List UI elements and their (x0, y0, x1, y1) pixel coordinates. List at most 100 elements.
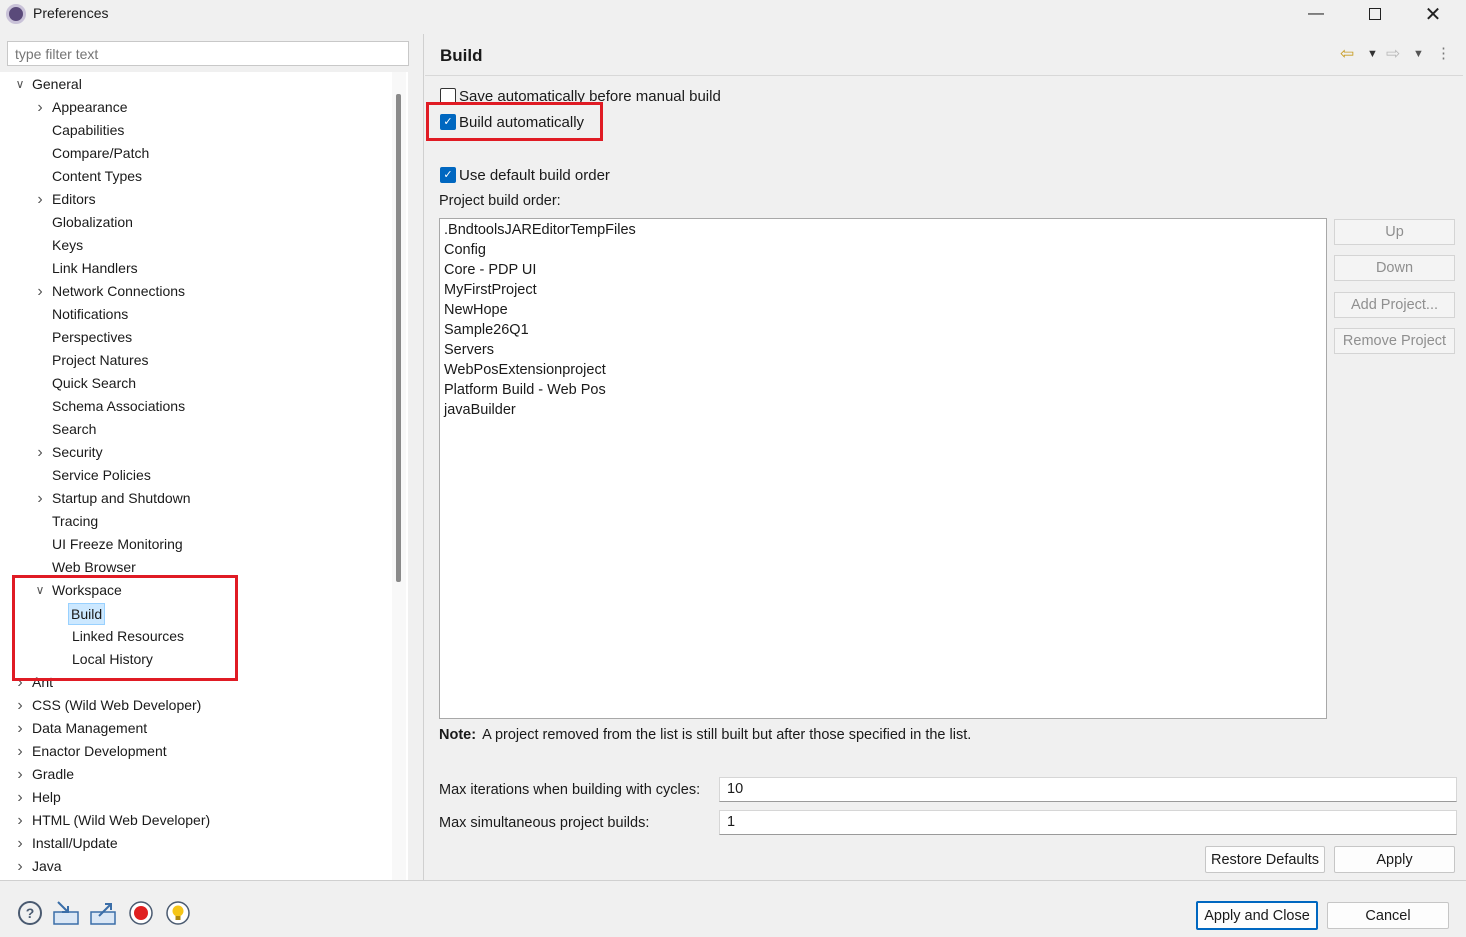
tree-item-project-natures[interactable]: Project Natures (0, 349, 390, 372)
tree-item-appearance[interactable]: › Appearance (0, 96, 390, 119)
workspace-highlight-box (12, 575, 238, 681)
lightbulb-icon[interactable] (164, 899, 192, 927)
add-project-button[interactable]: Add Project... (1334, 292, 1455, 318)
max-iterations-label: Max iterations when building with cycles… (439, 782, 701, 798)
chevron-right-icon[interactable]: › (13, 717, 27, 740)
chevron-right-icon[interactable]: › (33, 188, 47, 211)
apply-and-close-button[interactable]: Apply and Close (1196, 901, 1318, 930)
tree-item-data-management[interactable]: › Data Management (0, 717, 390, 740)
tree-item-label: Capabilities (52, 122, 125, 138)
tree-item-enactor-development[interactable]: › Enactor Development (0, 740, 390, 763)
chevron-right-icon[interactable]: › (13, 740, 27, 763)
project-build-order-list[interactable]: .BndtoolsJAREditorTempFiles Config Core - … (439, 218, 1327, 719)
max-iterations-input[interactable]: 10 (719, 777, 1457, 802)
tree-item-help[interactable]: › Help (0, 786, 390, 809)
list-item[interactable]: Config (444, 240, 486, 260)
tree-item-label: Tracing (52, 513, 99, 529)
close-icon[interactable]: ✕ (1404, 0, 1462, 28)
chevron-right-icon[interactable]: › (33, 487, 47, 510)
tree-item-globalization[interactable]: Globalization (0, 211, 390, 234)
tree-item-network-connections[interactable]: › Network Connections (0, 280, 390, 303)
tree-item-label: Globalization (52, 214, 133, 230)
tree-item-keys[interactable]: Keys (0, 234, 390, 257)
tree-item-label: Quick Search (52, 375, 137, 391)
down-button[interactable]: Down (1334, 255, 1455, 281)
chevron-right-icon[interactable]: › (13, 832, 27, 855)
title-bar (0, 0, 1466, 30)
project-build-order-label: Project build order: (439, 193, 561, 209)
tree-item-label: Network Connections (52, 283, 186, 299)
tree-item-label: Keys (52, 237, 84, 253)
tree-item-capabilities[interactable]: Capabilities (0, 119, 390, 142)
tree-item-label: Data Management (32, 720, 148, 736)
apply-button[interactable]: Apply (1334, 846, 1455, 873)
tree-item-service-policies[interactable]: Service Policies (0, 464, 390, 487)
tree-item-label: Help (32, 789, 61, 805)
chevron-right-icon[interactable]: › (13, 809, 27, 832)
tree-item-perspectives[interactable]: Perspectives (0, 326, 390, 349)
list-item[interactable]: NewHope (444, 300, 508, 320)
tree-scrollbar-thumb[interactable] (396, 94, 401, 582)
tree-item-gradle[interactable]: › Gradle (0, 763, 390, 786)
chevron-down-icon[interactable]: ∨ (13, 73, 27, 96)
tree-item-java[interactable]: › Java (0, 855, 390, 878)
tree-item-editors[interactable]: › Editors (0, 188, 390, 211)
list-item[interactable]: MyFirstProject (444, 280, 537, 300)
chevron-right-icon[interactable]: › (13, 855, 27, 878)
cancel-button[interactable]: Cancel (1327, 902, 1449, 929)
tree-item-search[interactable]: Search (0, 418, 390, 441)
tree-item-tracing[interactable]: Tracing (0, 510, 390, 533)
tree-item-content-types[interactable]: Content Types (0, 165, 390, 188)
import-icon[interactable] (52, 899, 80, 927)
minimize-icon[interactable]: — (1287, 0, 1345, 28)
chevron-right-icon[interactable]: › (33, 280, 47, 303)
export-icon[interactable] (89, 899, 117, 927)
list-item[interactable]: Platform Build - Web Pos (444, 380, 606, 400)
record-icon[interactable] (127, 899, 155, 927)
restore-defaults-button[interactable]: Restore Defaults (1205, 846, 1325, 873)
chevron-right-icon[interactable]: › (33, 441, 47, 464)
list-item[interactable]: .BndtoolsJAREditorTempFiles (444, 220, 636, 240)
max-simultaneous-label: Max simultaneous project builds: (439, 815, 650, 831)
tree-item-install-update[interactable]: › Install/Update (0, 832, 390, 855)
forward-dropdown-icon[interactable]: ▼ (1413, 48, 1424, 60)
max-simultaneous-input[interactable]: 1 (719, 810, 1457, 835)
list-item[interactable]: Sample26Q1 (444, 320, 529, 340)
tree-item-label: HTML (Wild Web Developer) (32, 812, 211, 828)
list-item[interactable]: javaBuilder (444, 400, 516, 420)
tree-item-css-wild-web-developer[interactable]: › CSS (Wild Web Developer) (0, 694, 390, 717)
tree-item-notifications[interactable]: Notifications (0, 303, 390, 326)
filter-input[interactable] (7, 41, 409, 66)
chevron-right-icon[interactable]: › (13, 694, 27, 717)
tree-item-ui-freeze-monitoring[interactable]: UI Freeze Monitoring (0, 533, 390, 556)
tree-item-compare-patch[interactable]: Compare/Patch (0, 142, 390, 165)
tree-item-security[interactable]: › Security (0, 441, 390, 464)
remove-project-button[interactable]: Remove Project (1334, 328, 1455, 354)
list-item[interactable]: WebPosExtensionproject (444, 360, 606, 380)
use-default-build-order-checkbox[interactable]: ✓ (440, 167, 456, 183)
tree-item-label: Appearance (52, 99, 128, 115)
chevron-right-icon[interactable]: › (13, 786, 27, 809)
maximize-icon[interactable] (1346, 0, 1404, 28)
chevron-right-icon[interactable]: › (13, 763, 27, 786)
tree-item-quick-search[interactable]: Quick Search (0, 372, 390, 395)
back-arrow-icon[interactable]: ⇦ (1340, 44, 1354, 64)
chevron-right-icon[interactable]: › (33, 96, 47, 119)
vertical-dots-icon[interactable]: ⋮ (1436, 44, 1451, 62)
help-icon[interactable]: ? (16, 899, 44, 927)
tree-item-general[interactable]: ∨ General (0, 73, 390, 96)
up-button[interactable]: Up (1334, 219, 1455, 245)
tree-item-html-wild-web-developer[interactable]: › HTML (Wild Web Developer) (0, 809, 390, 832)
tree-item-schema-associations[interactable]: Schema Associations (0, 395, 390, 418)
note-text: Note: A project removed from the list is … (439, 727, 971, 743)
list-item[interactable]: Core - PDP UI (444, 260, 536, 280)
tree-item-label: Compare/Patch (52, 145, 150, 161)
tree-item-label: UI Freeze Monitoring (52, 536, 183, 552)
back-dropdown-icon[interactable]: ▼ (1367, 48, 1378, 60)
tree-item-startup-and-shutdown[interactable]: › Startup and Shutdown (0, 487, 390, 510)
forward-arrow-icon[interactable]: ⇨ (1386, 44, 1400, 64)
tree-item-label: Editors (52, 191, 96, 207)
list-item[interactable]: Servers (444, 340, 494, 360)
tree-item-link-handlers[interactable]: Link Handlers (0, 257, 390, 280)
build-automatically-checkbox[interactable]: ✓ (440, 114, 456, 130)
